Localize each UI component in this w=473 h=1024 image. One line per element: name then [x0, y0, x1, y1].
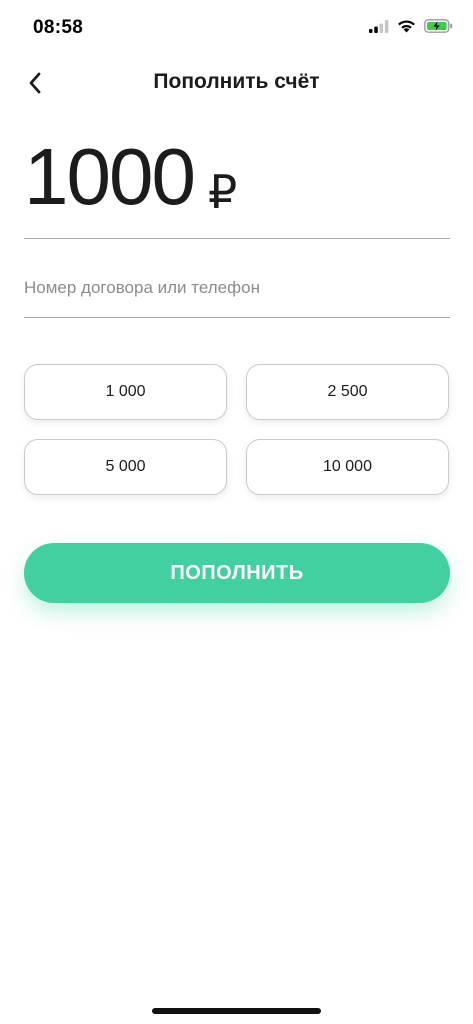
contract-field: [24, 262, 450, 318]
amount-field[interactable]: 1000 ₽: [24, 130, 450, 239]
wifi-icon: [397, 19, 416, 38]
preset-amount-button[interactable]: 1 000: [24, 364, 227, 420]
battery-charging-icon: [424, 19, 453, 38]
home-indicator[interactable]: [152, 1008, 321, 1014]
submit-button[interactable]: ПОПОЛНИТЬ: [24, 543, 450, 603]
amount-value[interactable]: 1000: [24, 132, 196, 222]
cellular-signal-icon: [369, 19, 389, 38]
preset-amount-button[interactable]: 10 000: [246, 439, 449, 495]
status-bar: 08:58: [0, 0, 473, 56]
currency-sign: ₽: [208, 166, 238, 218]
page-title: Пополнить счёт: [153, 70, 320, 93]
preset-amount-button[interactable]: 2 500: [246, 364, 449, 420]
status-time: 08:58: [33, 17, 84, 38]
contract-input[interactable]: [24, 278, 450, 298]
status-icons: [369, 19, 453, 38]
preset-amount-button[interactable]: 5 000: [24, 439, 227, 495]
nav-bar: Пополнить счёт: [0, 60, 473, 108]
